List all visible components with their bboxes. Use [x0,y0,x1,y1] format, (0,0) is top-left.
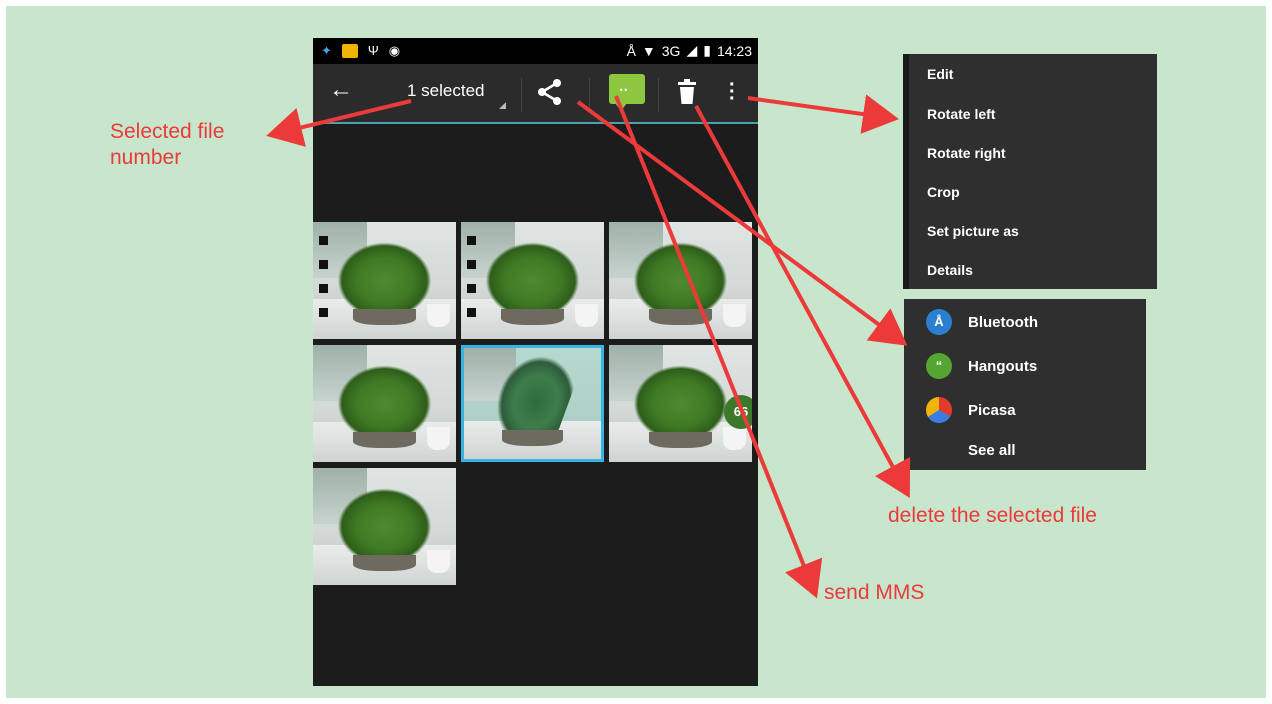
messaging-icon: ‧‧ [619,82,628,98]
menu-item-edit[interactable]: Edit [927,66,953,82]
action-divider [521,78,522,112]
share-menu: Å Bluetooth “ Hangouts Picasa See all [904,299,1146,470]
menu-item-rotate-left[interactable]: Rotate left [927,106,995,122]
share-item-label: Picasa [968,401,1016,419]
arrow-overflow-menu [747,94,899,134]
app-notification-icon [341,44,358,58]
selection-marker [319,236,328,245]
action-bar: ← 1 selected ‧‧ · · · [313,64,758,124]
photo-thumbnail[interactable] [313,468,456,585]
overflow-menu-icon[interactable]: · · · [729,75,736,109]
selection-marker [467,236,476,245]
menu-item-details[interactable]: Details [927,262,973,278]
overflow-menu: Edit Rotate left Rotate right Crop Set p… [903,54,1157,289]
photo-badge: 66 [724,395,752,429]
photo-thumbnail[interactable] [313,222,456,339]
selection-marker [319,260,328,269]
photo-thumbnail[interactable] [313,345,456,462]
trash-icon [678,79,696,104]
share-item-label: Hangouts [968,357,1038,375]
action-divider [658,78,659,112]
share-icon [538,79,561,105]
menu-edge-strip [903,54,909,289]
annotation-send-mms: send MMS [824,581,925,604]
photo-thumbnail[interactable] [609,222,752,339]
share-button[interactable] [535,77,565,112]
phone-screen: ✦ Ψ ◉ Å ▼ 3G ◢ ▮ 14:23 ← 1 selected ‧‧ ·… [313,38,758,686]
usb-icon: Ψ [367,43,379,58]
photo-thumbnail[interactable]: 66 [609,345,752,462]
annotation-line: Selected file [110,120,225,143]
battery-icon: ▮ [703,42,711,58]
photo-thumbnail[interactable] [461,222,604,339]
clock: 14:23 [716,42,752,59]
messaging-button[interactable]: ‧‧ [609,74,645,111]
bird-notification-icon: ✦ [321,43,332,58]
network-type: 3G [661,42,681,59]
debug-icon: ◉ [388,43,401,58]
share-item-hangouts[interactable]: “ Hangouts [926,353,1037,379]
tutorial-canvas: ✦ Ψ ◉ Å ▼ 3G ◢ ▮ 14:23 ← 1 selected ‧‧ ·… [6,6,1266,698]
back-arrow-icon[interactable]: ← [329,76,353,104]
hangouts-icon: “ [926,353,952,379]
selection-marker [467,260,476,269]
annotation-line: number [110,146,182,169]
selection-marker [467,308,476,317]
wifi-icon: ▼ [641,42,656,59]
share-item-label: See all [968,442,1016,459]
photo-thumbnail-selected[interactable] [461,345,604,462]
share-item-label: Bluetooth [968,313,1038,331]
action-divider [589,78,590,112]
menu-item-rotate-right[interactable]: Rotate right [927,145,1006,161]
selection-marker [467,284,476,293]
bluetooth-icon: Å [926,309,952,335]
menu-item-set-picture-as[interactable]: Set picture as [927,223,1019,239]
share-item-bluetooth[interactable]: Å Bluetooth [926,309,1038,335]
share-item-see-all[interactable]: See all [968,442,1016,459]
delete-button[interactable] [676,78,698,111]
signal-icon: ◢ [686,42,698,58]
selection-count[interactable]: 1 selected [407,81,485,101]
annotation-delete: delete the selected file [888,504,1097,527]
bluetooth-icon: Å [626,42,636,59]
annotation-selected-file-number: Selected file number [110,119,224,171]
selection-marker [319,284,328,293]
menu-item-crop[interactable]: Crop [927,184,960,200]
selection-dropdown-indicator [499,102,506,109]
selection-marker [319,308,328,317]
share-item-picasa[interactable]: Picasa [926,397,1016,423]
status-bar: ✦ Ψ ◉ Å ▼ 3G ◢ ▮ 14:23 [313,38,758,64]
picasa-icon [926,397,952,423]
